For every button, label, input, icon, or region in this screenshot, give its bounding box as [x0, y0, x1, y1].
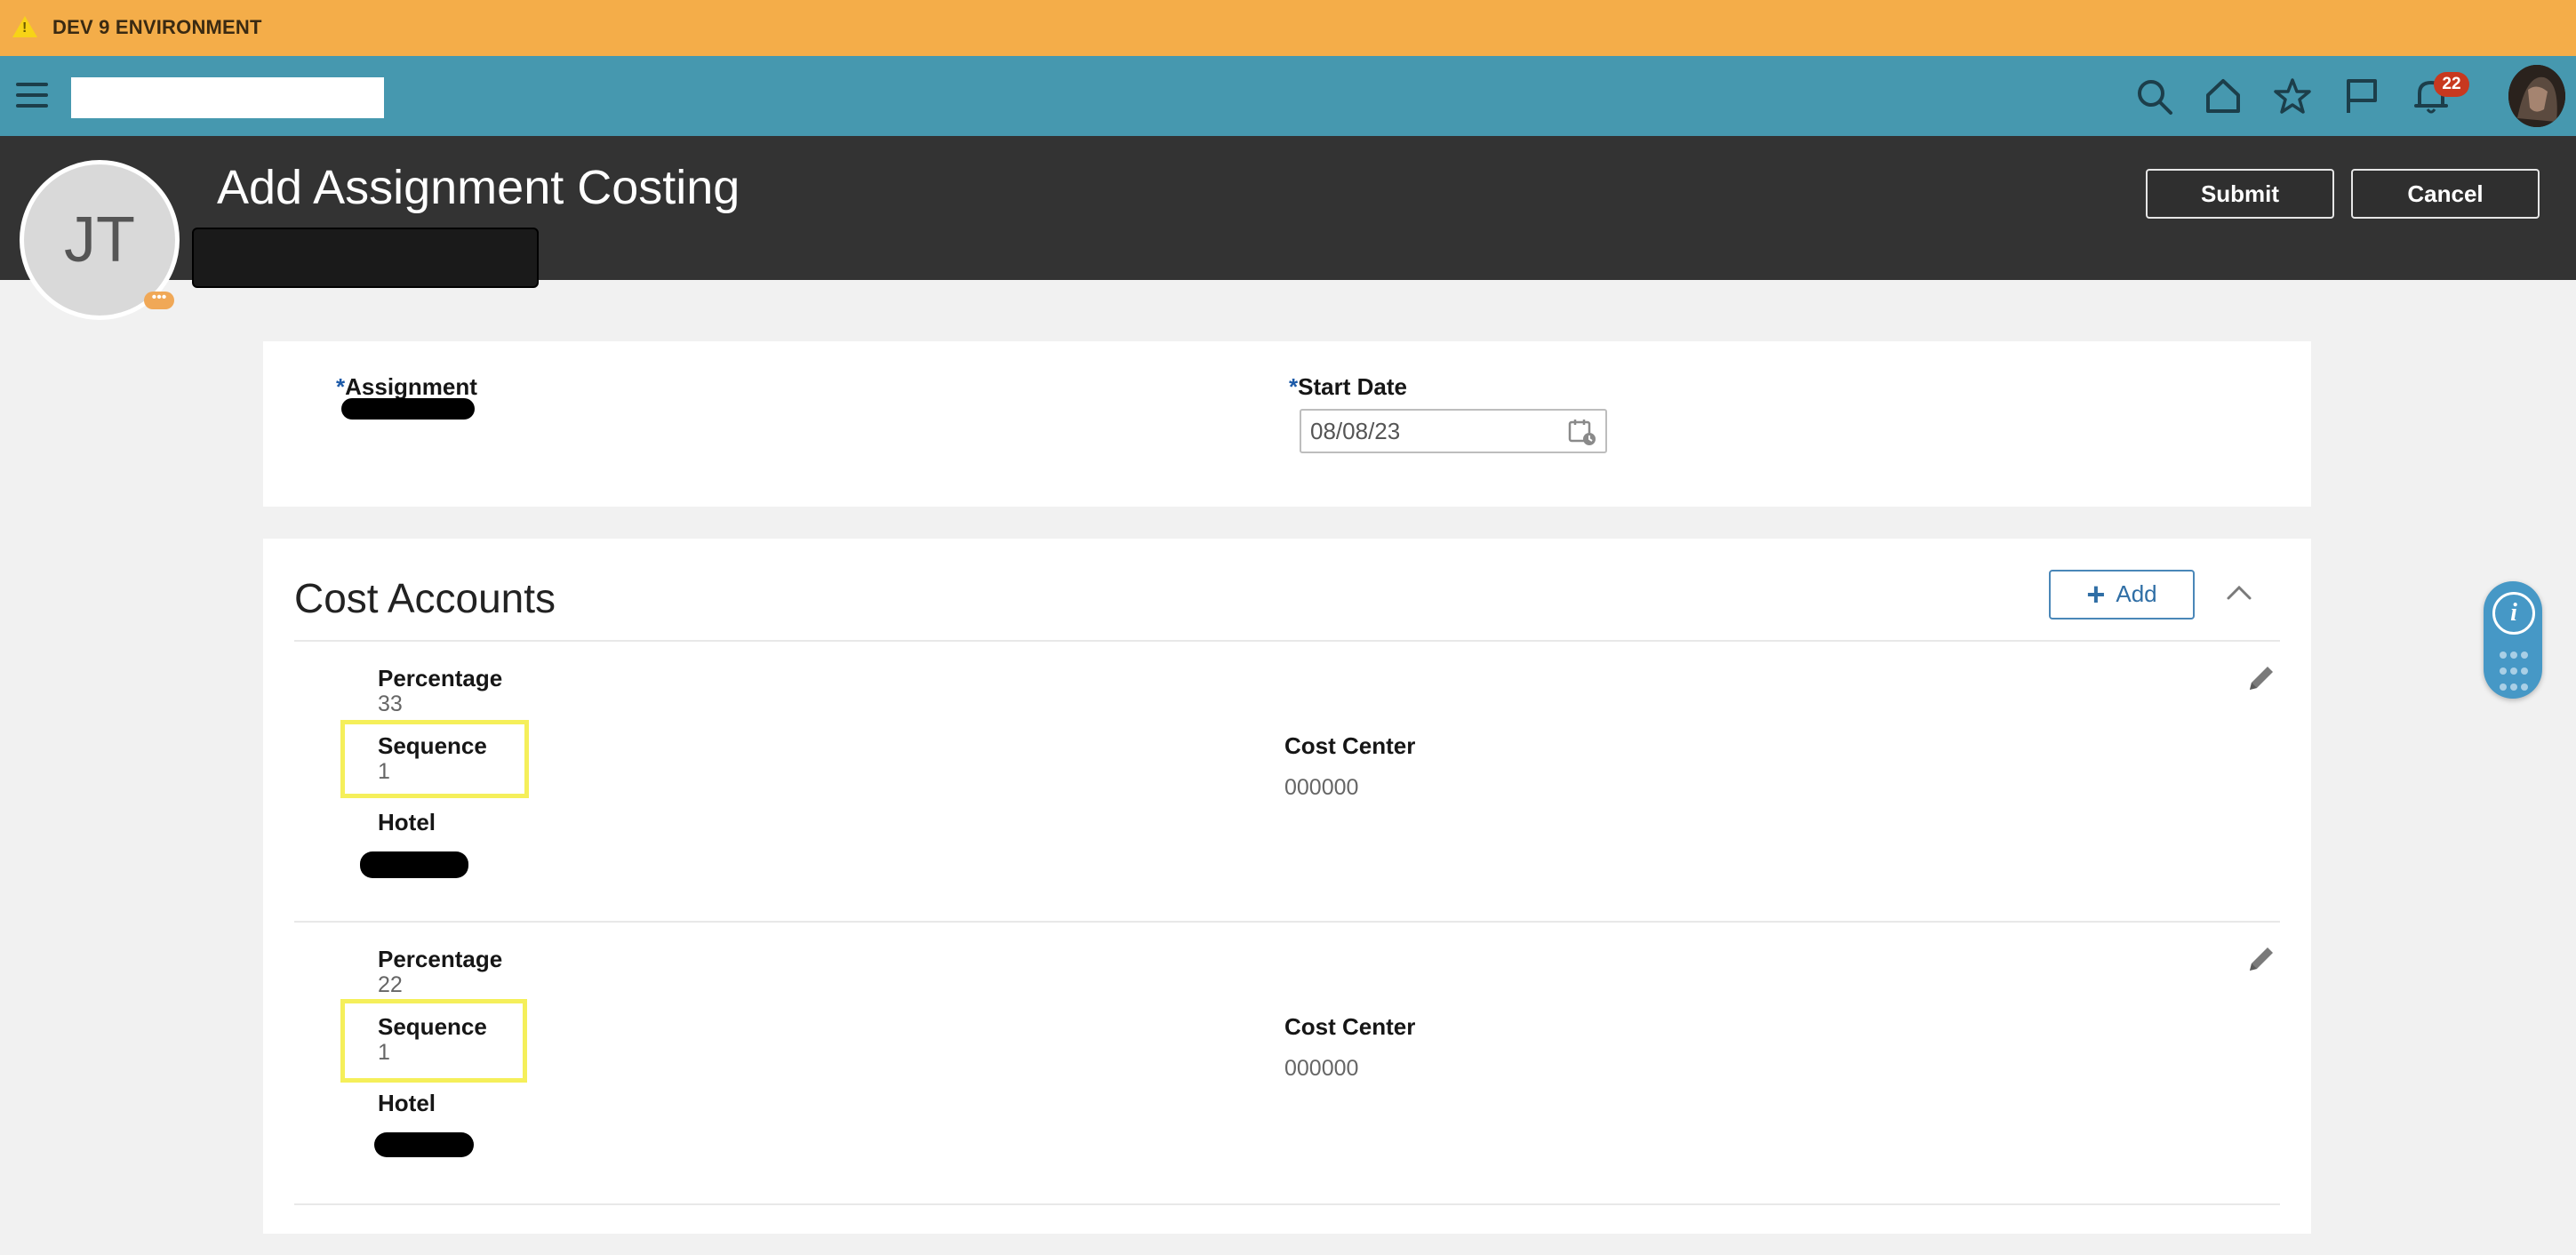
global-search-input[interactable]	[71, 77, 384, 118]
calendar-icon[interactable]	[1568, 418, 1596, 446]
start-date-input[interactable]	[1300, 409, 1607, 453]
required-mark: *	[1289, 373, 1299, 400]
cost-center-value: 000000	[1284, 1056, 1359, 1081]
user-avatar[interactable]	[2508, 65, 2565, 127]
hotel-label: Hotel	[378, 1090, 436, 1116]
edit-pencil-icon[interactable]	[2246, 663, 2276, 693]
environment-label: DEV 9 ENVIRONMENT	[52, 16, 262, 38]
sequence-value: 1	[378, 1040, 390, 1065]
cost-center-label: Cost Center	[1284, 1013, 1416, 1040]
flag-icon[interactable]	[2341, 76, 2382, 116]
edit-pencil-icon[interactable]	[2246, 944, 2276, 974]
assignment-panel	[263, 341, 2311, 507]
assignment-label: *Assignment	[336, 373, 477, 401]
sequence-value: 1	[378, 759, 390, 784]
percentage-label: Percentage	[378, 665, 503, 691]
submit-button[interactable]: Submit	[2146, 169, 2334, 219]
hotel-label: Hotel	[378, 809, 436, 835]
sequence-label: Sequence	[378, 1013, 487, 1040]
page-title: Add Assignment Costing	[217, 161, 740, 214]
search-icon[interactable]	[2133, 76, 2174, 116]
redacted-assignment-value	[341, 398, 475, 420]
item-divider	[294, 1203, 2280, 1205]
percentage-value: 22	[378, 972, 403, 997]
cost-account-item: Percentage 22 Sequence 1 Hotel Cost Cent…	[294, 923, 2280, 1203]
redacted-employee-name	[192, 228, 539, 288]
percentage-value: 33	[378, 691, 403, 716]
start-date-label-text: Start Date	[1298, 373, 1407, 400]
cancel-button[interactable]: Cancel	[2351, 169, 2540, 219]
hamburger-menu-icon[interactable]	[16, 83, 48, 108]
star-icon[interactable]	[2272, 76, 2313, 116]
assignment-label-text: Assignment	[345, 373, 477, 400]
required-mark: *	[336, 373, 346, 400]
sequence-highlight	[340, 999, 527, 1083]
cost-account-item: Percentage 33 Sequence 1 Hotel Cost Cent…	[294, 642, 2280, 923]
add-label: Add	[2116, 580, 2157, 607]
sequence-label: Sequence	[378, 732, 487, 759]
add-cost-account-button[interactable]: + Add	[2049, 570, 2195, 620]
cost-center-label: Cost Center	[1284, 732, 1416, 759]
start-date-label: *Start Date	[1289, 373, 1407, 401]
keypad-dots-icon[interactable]	[2498, 649, 2532, 697]
home-icon[interactable]	[2203, 76, 2244, 116]
info-icon[interactable]: i	[2492, 592, 2535, 635]
percentage-label: Percentage	[378, 946, 503, 972]
redacted-hotel-value	[374, 1132, 474, 1157]
cost-center-value: 000000	[1284, 775, 1359, 800]
warning-icon: !	[12, 16, 37, 37]
help-widget[interactable]: i	[2484, 581, 2542, 699]
notifications-count-badge: 22	[2434, 72, 2469, 97]
top-nav-bar: 22	[0, 56, 2576, 136]
avatar-more-badge[interactable]: •••	[144, 291, 174, 309]
plus-icon: +	[2086, 576, 2106, 612]
cost-accounts-title: Cost Accounts	[294, 575, 556, 621]
environment-banner: ! DEV 9 ENVIRONMENT	[0, 0, 2576, 56]
redacted-hotel-value	[360, 851, 468, 878]
chevron-up-icon[interactable]	[2226, 583, 2252, 601]
